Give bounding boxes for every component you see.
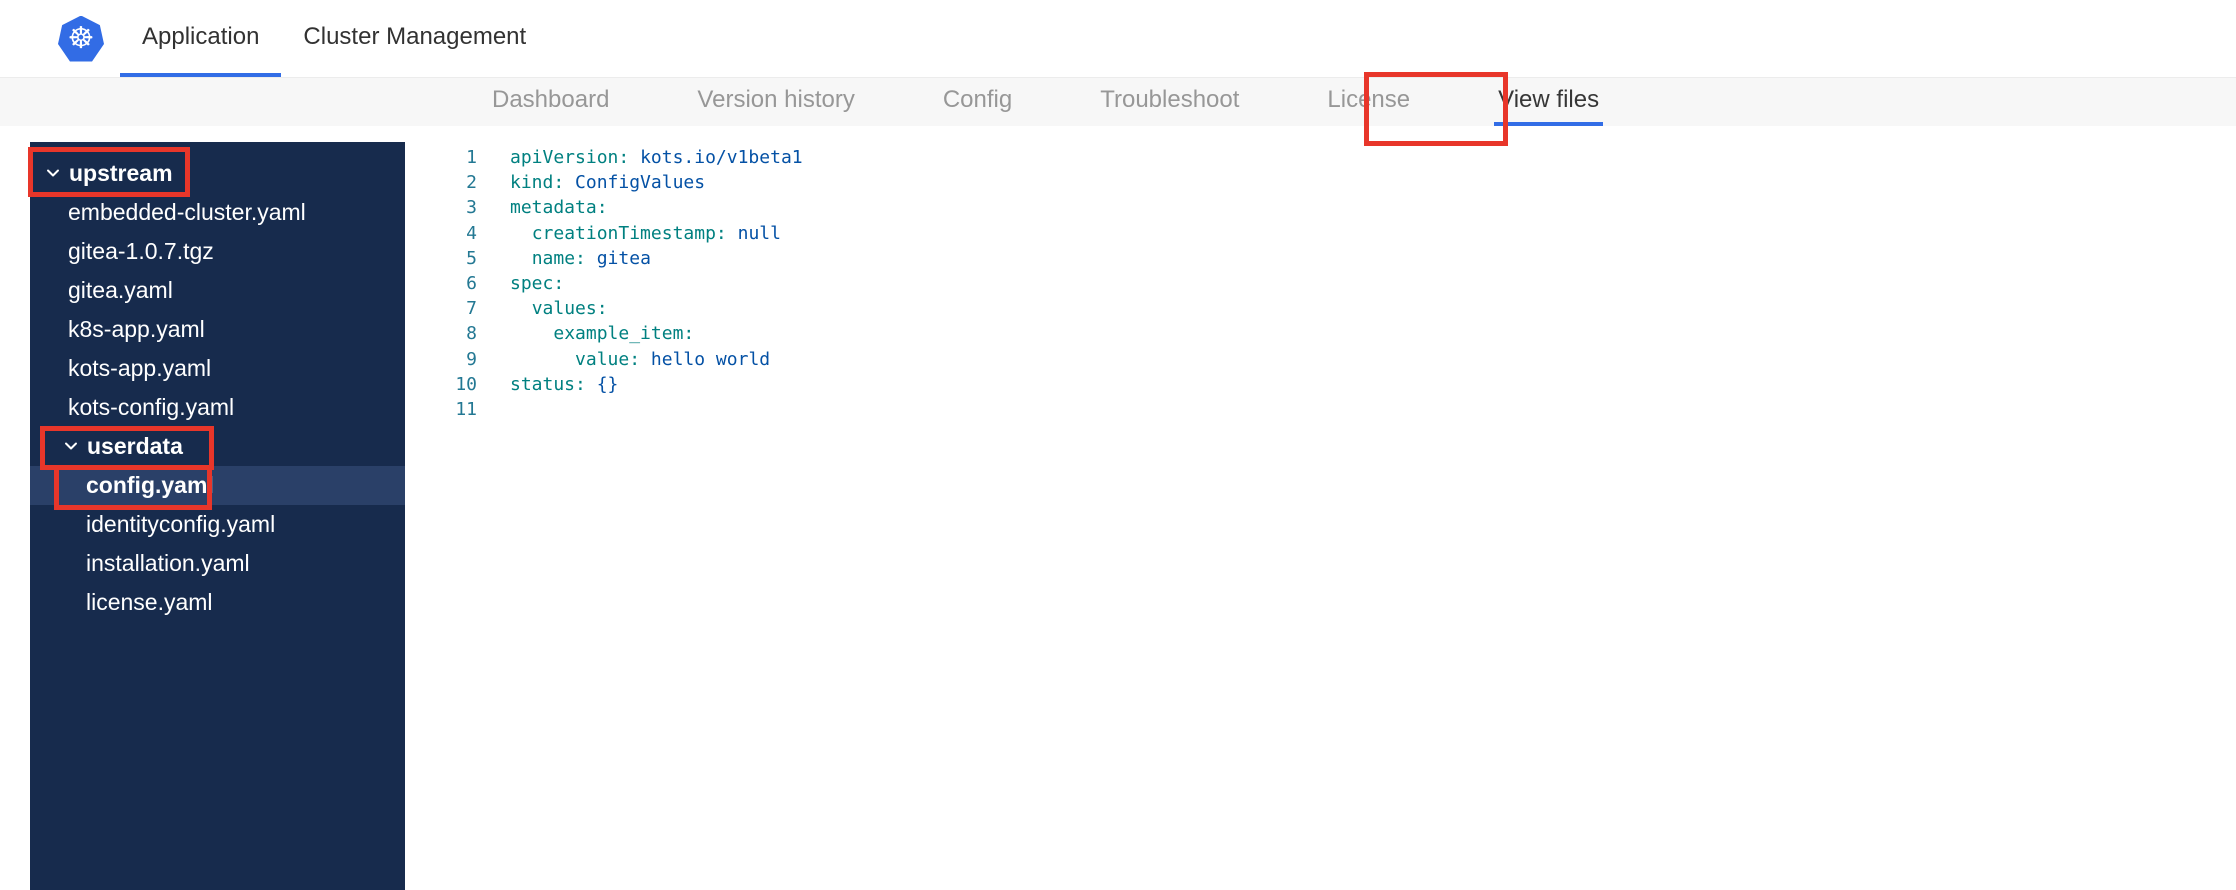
line-number: 7 [466, 298, 477, 320]
file-gitea-1-0-7-tgz[interactable]: gitea-1.0.7.tgz [30, 232, 405, 271]
line-content: status: {} [510, 373, 619, 395]
line-number: 10 [455, 373, 477, 395]
chevron-down-icon [65, 442, 77, 450]
app-subnav: Dashboard Version history Config Troublesho… [0, 78, 2236, 126]
line-number: 3 [466, 197, 477, 219]
line-content: values: [531, 298, 608, 320]
tree-item-label: embedded-cluster.yaml [68, 199, 306, 225]
editor-line-9: 9 value: hello world [405, 347, 2236, 372]
editor-line-7: 7 values: [405, 296, 2236, 321]
line-number: 1 [466, 147, 477, 168]
file-gitea-yaml[interactable]: gitea.yaml [30, 271, 405, 310]
file-embedded-cluster-yaml[interactable]: embedded-cluster.yaml [30, 193, 405, 232]
nav-item-view-files[interactable]: View files [1494, 78, 1604, 126]
nav-item-license[interactable]: License [1323, 78, 1414, 126]
folder-userdata[interactable]: userdata [30, 427, 405, 466]
editor-line-6: 6 spec: [405, 271, 2236, 296]
content-area: upstream embedded-cluster.yaml gitea-1.0.7… [0, 126, 2236, 890]
file-config-yaml[interactable]: config.yaml [30, 466, 405, 505]
nav-item-dashboard[interactable]: Dashboard [488, 78, 613, 126]
line-content: value: hello world [575, 348, 771, 370]
line-number: 6 [466, 272, 477, 294]
editor-line-3: 3 metadata: [405, 195, 2236, 220]
tree-item-label: kots-app.yaml [68, 355, 212, 381]
tab-application[interactable]: Application [120, 0, 282, 77]
line-number: 5 [466, 247, 477, 269]
tree-item-label: gitea-1.0.7.tgz [68, 238, 214, 264]
nav-item-troubleshoot[interactable]: Troubleshoot [1096, 78, 1243, 126]
kubernetes-heptagon: ☸ [58, 15, 104, 62]
kubernetes-wheel-icon: ☸ [67, 21, 95, 55]
line-number: 2 [466, 172, 477, 194]
chevron-down-icon [47, 169, 59, 177]
nav-item-config[interactable]: Config [939, 78, 1016, 126]
line-content: metadata: [510, 197, 608, 219]
editor-line-4: 4 creationTimestamp: null [405, 221, 2236, 246]
tree-item-label: k8s-app.yaml [68, 316, 205, 342]
line-content: kind: ConfigValues [510, 172, 706, 194]
line-number: 11 [455, 398, 477, 420]
tree-item-label: kots-config.yaml [68, 394, 235, 420]
tree-item-label: userdata [87, 433, 183, 459]
file-identityconfig-yaml[interactable]: identityconfig.yaml [30, 505, 405, 544]
tree-item-label: config.yaml [86, 472, 214, 498]
line-content: name: gitea [531, 247, 651, 269]
editor-line-8: 8 example_item: [405, 321, 2236, 346]
header-tabs: Application Cluster Management [120, 0, 548, 77]
line-content: spec: [510, 272, 565, 294]
code-editor[interactable]: 1 apiVersion: kots.io/v1beta1 2 kind: Confi… [405, 126, 2236, 890]
line-content: example_item: [553, 323, 695, 345]
tree-item-label: installation.yaml [86, 550, 250, 576]
kubernetes-logo[interactable]: ☸ [58, 15, 104, 62]
tree-item-label: identityconfig.yaml [86, 511, 276, 537]
nav-item-version-history[interactable]: Version history [693, 78, 858, 126]
top-header: ☸ Application Cluster Management [0, 0, 2236, 78]
folder-upstream[interactable]: upstream [30, 154, 405, 193]
line-number: 4 [466, 222, 477, 244]
tree-item-label: gitea.yaml [68, 277, 173, 303]
file-kots-config-yaml[interactable]: kots-config.yaml [30, 388, 405, 427]
file-kots-app-yaml[interactable]: kots-app.yaml [30, 349, 405, 388]
file-k8s-app-yaml[interactable]: k8s-app.yaml [30, 310, 405, 349]
editor-line-5: 5 name: gitea [405, 246, 2236, 271]
tree-item-label: license.yaml [86, 589, 213, 615]
file-tree: upstream embedded-cluster.yaml gitea-1.0.7… [30, 142, 405, 890]
editor-line-10: 10 status: {} [405, 372, 2236, 397]
line-content: creationTimestamp: null [531, 222, 781, 244]
file-license-yaml[interactable]: license.yaml [30, 583, 405, 622]
editor-line-11: 11 [405, 397, 2236, 422]
line-number: 9 [466, 348, 477, 370]
tab-cluster-management[interactable]: Cluster Management [281, 0, 548, 77]
line-content: apiVersion: kots.io/v1beta1 [510, 147, 803, 168]
tree-item-label: upstream [69, 160, 173, 186]
file-installation-yaml[interactable]: installation.yaml [30, 544, 405, 583]
editor-line-2: 2 kind: ConfigValues [405, 170, 2236, 195]
editor-line-1: 1 apiVersion: kots.io/v1beta1 [405, 145, 2236, 170]
line-number: 8 [466, 323, 477, 345]
